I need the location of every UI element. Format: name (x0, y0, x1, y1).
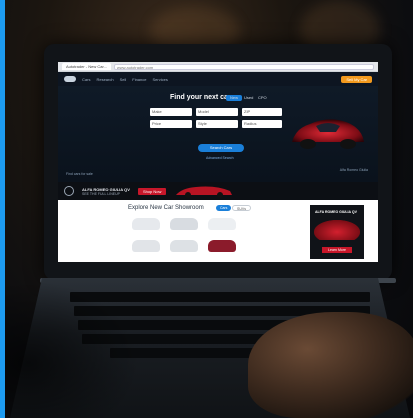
showroom-pill-suvs[interactable]: SUVs (232, 205, 251, 211)
toggle-cpo[interactable]: CPO (254, 95, 271, 101)
sidebar-ad-button[interactable]: Learn More (322, 247, 352, 253)
showroom-car-3[interactable] (208, 218, 236, 230)
url-bar[interactable]: www.autotrader.com (113, 63, 374, 70)
sidebar-ad-title: ALFA ROMEO GIULIA QV (315, 210, 357, 214)
hero-caption: Find cars for sale (66, 172, 93, 176)
site-navigation: Cars Research Sell Finance Services Sell… (58, 72, 378, 86)
accent-bar (0, 0, 5, 418)
foreground-shadow (0, 280, 140, 418)
model-select[interactable]: Model (196, 108, 238, 116)
showroom-pill-cars[interactable]: Cars (216, 205, 232, 211)
style-select[interactable]: Style (196, 120, 238, 128)
explore-showroom-section: Explore New Car Showroom Cars SUVs ALFA … (58, 200, 378, 262)
site-logo[interactable] (64, 76, 76, 82)
sidebar-ad[interactable]: ALFA ROMEO GIULIA QV Learn More (310, 205, 364, 259)
user-hand (248, 312, 413, 418)
showroom-car-6[interactable] (208, 240, 236, 252)
showroom-car-5[interactable] (170, 240, 198, 252)
showroom-car-2[interactable] (170, 218, 198, 230)
zip-input[interactable]: ZIP (242, 108, 282, 116)
laptop-screen: Autotrader - New Car... www.autotrader.c… (58, 62, 378, 262)
sidebar-ad-car-image (314, 220, 360, 240)
price-select[interactable]: Price (150, 120, 192, 128)
hero-search-section: Find your next car New Used CPO Make Mod… (58, 86, 378, 182)
showroom-car-4[interactable] (132, 240, 160, 252)
nav-link-research[interactable]: Research (96, 77, 113, 82)
search-cars-button[interactable]: Search Cars (198, 144, 244, 152)
browser-toolbar: Autotrader - New Car... www.autotrader.c… (58, 62, 378, 72)
ad-banner-subtext: SEE THE FULL LINEUP (82, 191, 120, 196)
hero-car-caption: Alfa Romeo Giulia (339, 168, 368, 172)
nav-link-cars[interactable]: Cars (82, 77, 90, 82)
ad-car-image (176, 186, 233, 198)
explore-title: Explore New Car Showroom (128, 205, 204, 211)
sell-my-car-button[interactable]: Sell My Car (341, 75, 372, 83)
make-select[interactable]: Make (150, 108, 192, 116)
nav-link-services[interactable]: Services (152, 77, 167, 82)
ad-banner[interactable]: ALFA ROMEO GIULIA QV SEE THE FULL LINEUP… (58, 182, 378, 200)
advanced-search-link[interactable]: Advanced Search (206, 156, 234, 160)
showroom-car-1[interactable] (132, 218, 160, 230)
alfa-romeo-logo-icon (64, 186, 74, 196)
radius-select[interactable]: Radius (242, 120, 282, 128)
nav-link-sell[interactable]: Sell (120, 77, 127, 82)
hero-title: Find your next car (170, 94, 231, 101)
ad-banner-title: ALFA ROMEO GIULIA QV (82, 186, 130, 192)
hero-car-image (292, 119, 364, 149)
photo-scene: Autotrader - New Car... www.autotrader.c… (0, 0, 413, 418)
nav-link-finance[interactable]: Finance (132, 77, 146, 82)
browser-tab[interactable]: Autotrader - New Car... (62, 63, 111, 70)
ad-shop-now-button[interactable]: Shop Now (137, 187, 167, 195)
